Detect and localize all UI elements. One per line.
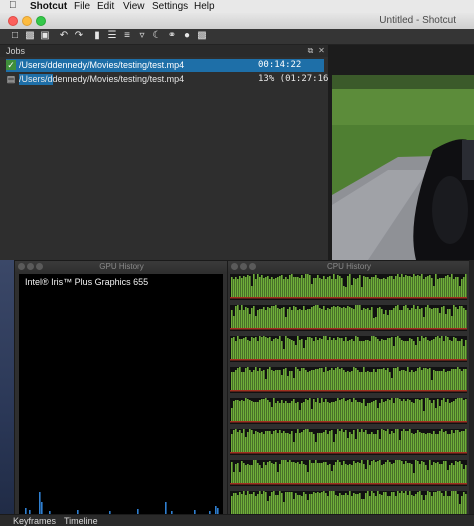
menu-edit[interactable]: Edit — [97, 1, 114, 12]
job-row[interactable]: ▤ /Users/ddennedy/Movies/testing/test.mp… — [6, 73, 334, 86]
right-panel-edge — [469, 260, 474, 518]
redo-icon[interactable]: ↷ — [73, 30, 85, 42]
cpu-core-graph — [230, 305, 467, 331]
jobs-panel-header: Jobs ⧉ ✕ — [0, 45, 328, 57]
running-icon: ▤ — [6, 74, 16, 84]
window-titlebar: Untitled - Shotcut — [0, 13, 474, 30]
menu-file[interactable]: File — [74, 1, 90, 12]
cpu-window-titlebar: CPU History — [228, 261, 470, 272]
job-filename: /Users/ddennedy/Movies/testing/test.mp4 — [19, 60, 185, 70]
peak-meter-icon[interactable]: ▮ — [91, 30, 103, 42]
open-other-icon[interactable]: ▩ — [24, 30, 36, 42]
job-filename: /Users/ddennedy/Movies/testing/test.mp4 — [19, 74, 185, 84]
close-panel-icon[interactable]: ✕ — [317, 46, 326, 55]
float-panel-icon[interactable]: ⧉ — [306, 46, 315, 55]
save-icon[interactable]: ▣ — [39, 30, 51, 42]
menu-settings[interactable]: Settings — [152, 1, 188, 12]
cpu-core-graph — [230, 336, 467, 362]
cpu-core-graph — [230, 398, 467, 424]
menu-help[interactable]: Help — [194, 1, 215, 12]
gpu-window-titlebar: GPU History — [15, 261, 228, 272]
apple-icon[interactable]:  — [9, 0, 17, 11]
menu-view[interactable]: View — [123, 1, 145, 12]
gpu-bars — [25, 492, 219, 514]
cpu-core-graph — [230, 367, 467, 393]
menu-app-name[interactable]: Shotcut — [30, 1, 67, 12]
jobs-icon[interactable]: ● — [181, 30, 193, 42]
video-frame-image — [328, 45, 474, 260]
cpu-core-graph — [230, 429, 467, 455]
undo-icon[interactable]: ↶ — [58, 30, 70, 42]
bottom-tab-bar: Keyframes Timeline — [0, 514, 474, 526]
check-icon: ✓ — [6, 60, 16, 70]
cpu-core-graph — [230, 274, 467, 300]
gpu-history-window: GPU History Intel® Iris™ Plus Graphics 6… — [14, 260, 229, 520]
window-title: Untitled - Shotcut — [379, 15, 456, 26]
jobs-panel-title: Jobs — [6, 46, 26, 56]
gpu-window-title: GPU History — [99, 262, 144, 271]
job-row[interactable]: ✓ /Users/ddennedy/Movies/testing/test.mp… — [6, 59, 324, 72]
cpu-history-window: CPU History — [227, 260, 471, 520]
jobs-panel: Jobs ⧉ ✕ ✓ /Users/ddennedy/Movies/testin… — [0, 45, 334, 260]
job-status: 13% (01:27:16) — [258, 74, 334, 84]
keyframes-icon[interactable]: ⚭ — [166, 30, 178, 42]
job-status: 00:14:22 — [258, 60, 302, 70]
open-file-icon[interactable]: □ — [9, 30, 21, 42]
main-toolbar: □ ▩ ▣ ↶ ↷ ▮ ☰ ≡ ▿ ☾ ⚭ ● ▩ — [0, 29, 474, 45]
cpu-core-graph — [230, 460, 467, 486]
export-icon[interactable]: ▩ — [196, 30, 208, 42]
playlist-icon[interactable]: ≡ — [121, 30, 133, 42]
history-icon[interactable]: ☾ — [151, 30, 163, 42]
macos-menubar:  Shotcut File Edit View Settings Help — [0, 0, 474, 13]
properties-icon[interactable]: ☰ — [106, 30, 118, 42]
cpu-window-title: CPU History — [326, 262, 371, 271]
video-preview[interactable] — [328, 45, 474, 260]
gpu-usage-graph: Intel® Iris™ Plus Graphics 655 — [19, 274, 223, 516]
filters-icon[interactable]: ▿ — [136, 30, 148, 42]
desktop-background — [0, 260, 14, 525]
